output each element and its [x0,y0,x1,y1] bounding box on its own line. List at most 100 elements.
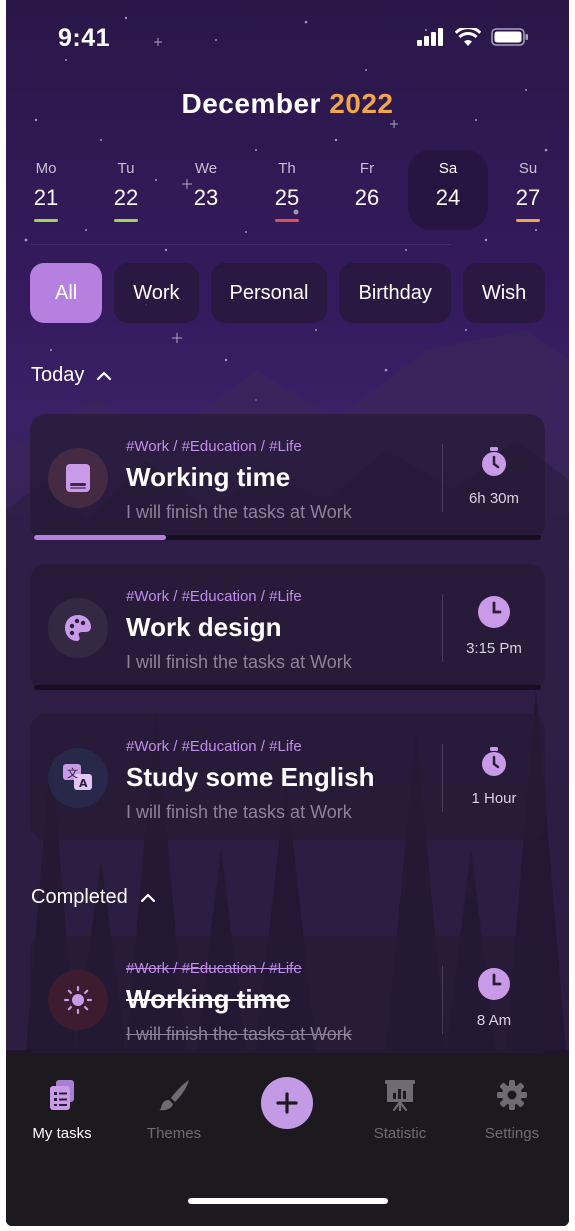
nav-label: My tasks [32,1125,92,1142]
task-progress-fill [34,535,166,540]
week-strip: Mo 21 Tu 22 We 23 Th 25 Fr 26 Sa 24 Su 2… [6,150,569,230]
battery-icon [491,28,528,46]
task-subtitle: I will finish the tasks at Work [126,652,352,672]
chevron-up-icon [97,371,112,380]
task-subtitle: I will finish the tasks at Work [126,802,352,822]
sun-icon [48,970,108,1030]
day-indicator [34,219,58,222]
day-name: Th [278,160,296,177]
day-name: Su [518,160,538,177]
completed-task-card[interactable]: #Work / #Education / #Life Working time … [30,936,545,1062]
clock-icon [478,968,510,1000]
day-sa-selected[interactable]: Sa 24 [408,150,488,230]
day-indicator [275,219,299,222]
section-today[interactable]: Today [31,364,112,387]
task-time: 3:15 Pm [466,640,522,657]
task-time: 6h 30m [468,490,520,507]
day-fr[interactable]: Fr 26 [327,150,407,230]
day-indicator [114,219,138,222]
day-indicator [516,219,540,222]
task-tags: #Work / #Education / #Life [126,738,302,755]
month-title: December 2022 [6,88,569,120]
section-completed-label: Completed [31,886,128,908]
status-icons [417,28,529,46]
day-th[interactable]: Th 25 [247,150,327,230]
day-number: 23 [193,185,219,210]
month-label: December [181,88,321,119]
filter-chips: All Work Personal Birthday Wish [30,263,546,323]
task-card[interactable]: #Work / #Education / #Life Working time … [30,414,545,540]
year-label: 2022 [329,88,394,119]
status-time: 9:41 [58,24,111,52]
day-su[interactable]: Su 27 [488,150,568,230]
task-subtitle: I will finish the tasks at Work [126,1024,352,1044]
stopwatch-icon [482,447,506,476]
task-title: Working time [126,984,291,1014]
clock-icon [478,596,510,628]
svg-text:文: 文 [67,766,78,780]
filter-wish[interactable]: Wish [462,263,546,323]
tasks-icon [50,1080,74,1110]
nav-themes[interactable]: Themes [124,1075,224,1142]
brush-icon [159,1080,189,1111]
gear-icon [497,1080,527,1110]
task-subtitle: I will finish the tasks at Work [126,502,352,522]
nav-label: Settings [484,1125,540,1142]
day-number: 25 [274,185,300,210]
translate-icon: 文 A [48,748,108,808]
status-bar: 9:41 [6,0,569,80]
chevron-up-icon [140,893,155,902]
filter-personal[interactable]: Personal [210,263,328,323]
nav-my-tasks[interactable]: My tasks [12,1075,112,1142]
day-number: 26 [354,185,380,210]
phone-screen: 9:41 December 2022 Mo 21 Tu 22 We 23 Th … [6,0,569,1226]
day-number: 24 [435,185,461,210]
book-icon [48,448,108,508]
signal-icon [417,28,443,46]
day-number: 21 [33,185,59,210]
palette-icon [48,598,108,658]
day-we[interactable]: We 23 [166,150,246,230]
day-name: Tu [117,160,135,177]
task-title: Working time [126,462,291,492]
section-today-label: Today [31,364,85,386]
nav-label: Statistic [373,1125,427,1142]
task-duration: 6h 30m [443,444,545,507]
task-tags: #Work / #Education / #Life [126,588,302,605]
filter-all[interactable]: All [30,263,103,323]
presentation-chart-icon [385,1080,415,1111]
day-name: We [194,160,218,177]
task-progress [34,685,541,690]
day-name: Fr [359,160,375,177]
task-title: Work design [126,612,282,642]
task-title: Study some English [126,762,375,792]
task-duration: 1 Hour [443,744,545,807]
day-tu[interactable]: Tu 22 [86,150,166,230]
filter-birthday[interactable]: Birthday [339,263,451,323]
task-tags: #Work / #Education / #Life [126,438,302,455]
task-time: 1 Hour [471,790,517,807]
task-card[interactable]: #Work / #Education / #Life Work design I… [30,564,545,690]
nav-settings[interactable]: Settings [462,1075,562,1142]
home-indicator[interactable] [188,1198,388,1204]
divider [31,244,451,245]
task-card[interactable]: 文 A #Work / #Education / #Life Study som… [30,714,545,840]
section-completed[interactable]: Completed [31,886,156,909]
day-number: 27 [515,185,541,210]
nav-label: Themes [146,1125,202,1142]
nav-statistic[interactable]: Statistic [350,1075,450,1142]
task-time: 8 Am [476,1012,512,1029]
filter-work[interactable]: Work [114,263,199,323]
add-task-button[interactable] [261,1077,313,1129]
stopwatch-icon [482,747,506,776]
day-number: 22 [113,185,139,210]
task-duration: 3:15 Pm [443,594,545,657]
task-progress [34,535,541,540]
bottom-nav: My tasks Themes Statistic Settings [6,1053,569,1226]
day-name: Sa [438,160,458,177]
task-duration: 8 Am [443,966,545,1029]
task-tags: #Work / #Education / #Life [126,960,302,977]
day-mo[interactable]: Mo 21 [6,150,86,230]
svg-text:A: A [79,777,88,790]
wifi-icon [455,28,481,46]
